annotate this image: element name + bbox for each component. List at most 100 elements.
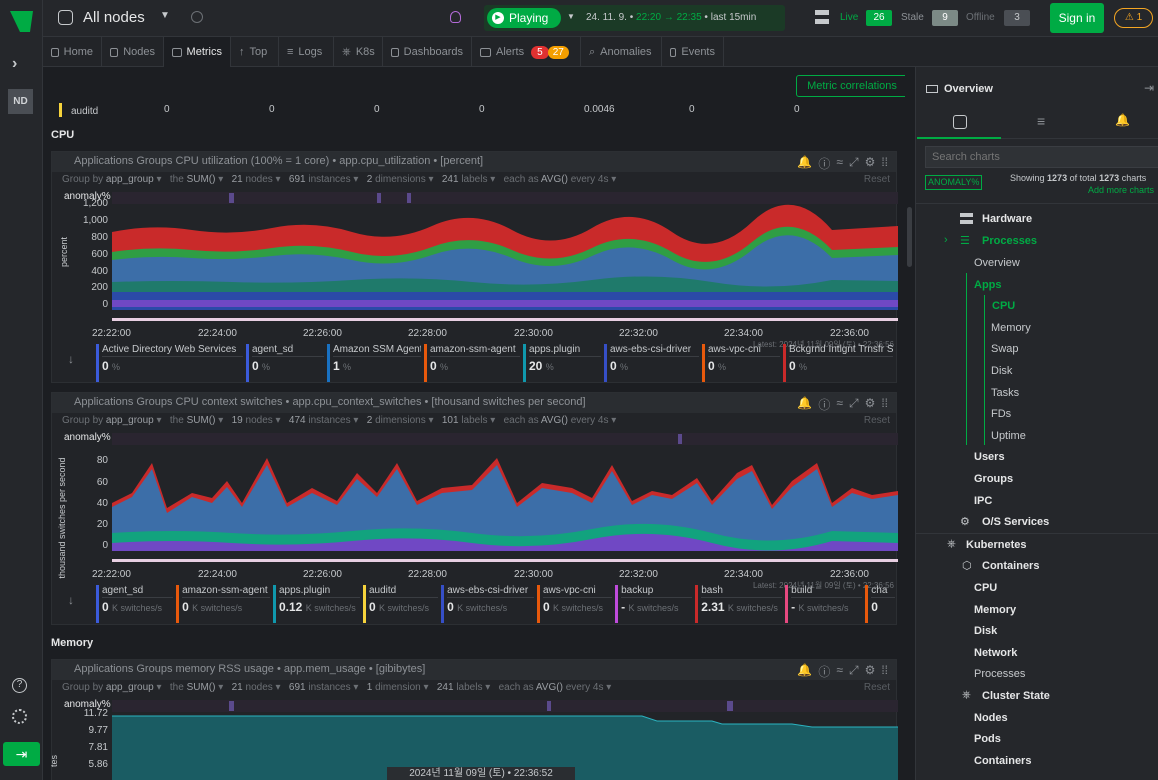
sidebar-item-cluster-state[interactable]: Cluster State [982,690,1050,702]
tab-events[interactable]: Events [662,37,724,67]
tab-dashboards[interactable]: Dashboards [383,37,472,67]
sidebar-tab-filters[interactable]: ≡ [1001,107,1085,139]
chart-controls[interactable]: Group by app_group ▾ the SUM() ▾ 21 node… [52,682,896,696]
info-icon[interactable]: ⓘ [818,396,830,413]
legend-item[interactable]: bash 2.31 K switches/s [695,585,783,623]
sidebar-item-uptime[interactable]: Uptime [991,430,1026,442]
legend-item[interactable]: apps.plugin 0.12 K switches/s [272,585,360,623]
sidebar-item-cpu[interactable]: CPU [992,300,1015,312]
dimensions-count[interactable]: 1 [367,682,373,693]
sidebar-item-swap[interactable]: Swap [991,343,1019,355]
fullscreen-icon[interactable]: ⤢ [849,396,859,413]
chevron-down-icon[interactable]: ▼ [160,10,170,21]
alert-bell-icon[interactable]: 🔔 [797,396,812,413]
netdata-logo-icon[interactable] [8,8,35,35]
legend-item[interactable]: Active Directory Web Services 0 % [96,344,243,382]
sidebar-item-k8s-processes[interactable]: Processes [974,668,1025,680]
sidebar-item-memory[interactable]: Memory [991,322,1031,334]
sidebar-tab-alerts[interactable]: 🔔 [1085,107,1158,139]
tab-metrics[interactable]: Metrics [164,37,231,67]
nodes-count[interactable]: 19 [232,415,243,426]
legend-item[interactable]: apps.plugin 20 % [523,344,601,382]
context-switches-plot[interactable] [112,433,898,565]
sign-in-icon[interactable]: ⇥ [3,742,40,766]
tab-logs[interactable]: ≡ Logs [279,37,334,67]
sidebar-item-tasks[interactable]: Tasks [991,387,1019,399]
legend-sort-icon[interactable]: ↓ [68,352,74,366]
sidebar-item-kubernetes[interactable]: Kubernetes [966,539,1027,551]
user-avatar[interactable]: ND [8,89,33,114]
sidebar-item-k8s-memory[interactable]: Memory [974,604,1016,616]
live-count-badge[interactable]: 26 [866,10,892,26]
sliders-icon[interactable]: ⚙ [865,396,876,413]
sidebar-item-k8s-cpu[interactable]: CPU [974,582,997,594]
alert-bell-icon[interactable]: 🔔 [797,663,812,680]
sidebar-tab-charts[interactable] [917,107,1001,139]
info-icon[interactable]: ⓘ [818,155,830,172]
group-by-value[interactable]: app_group [106,415,154,426]
offline-count-badge[interactable]: 3 [1004,10,1030,26]
drag-handle-icon[interactable]: ⁞⁞ [881,396,888,413]
sidebar-item-overview[interactable]: Overview [974,257,1020,269]
cpu-utilization-plot[interactable] [112,192,898,324]
sliders-icon[interactable]: ⚙ [865,663,876,680]
sidebar-item-os-services[interactable]: O/S Services [982,516,1049,528]
sidebar-item-groups[interactable]: Groups [974,473,1013,485]
trend-icon[interactable]: ≈ [836,155,843,172]
tab-anomalies[interactable]: ⌕ Anomalies [581,37,662,67]
play-options-chevron-icon[interactable]: ▼ [567,12,575,21]
sidebar-item-users[interactable]: Users [974,451,1005,463]
sidebar-item-fds[interactable]: FDs [991,408,1011,420]
sidebar-item-k8s-disk[interactable]: Disk [974,625,997,637]
tab-top[interactable]: ↑ Top [231,37,279,67]
time-aggregation-select[interactable]: AVG() [541,174,568,185]
group-by-value[interactable]: app_group [106,174,154,185]
legend-item[interactable]: aws-vpc-cni 0 % [702,344,780,382]
help-icon[interactable]: ? [12,678,27,693]
sidebar-item-ipc[interactable]: IPC [974,495,992,507]
aggregation-select[interactable]: SUM() [187,174,216,185]
expand-sidebar-icon[interactable]: › [12,55,28,72]
legend-item[interactable]: build - K switches/s [785,585,863,623]
tab-alerts[interactable]: Alerts 5 27 [472,37,581,67]
fullscreen-icon[interactable]: ⤢ [849,155,859,172]
legend-item[interactable]: amazon-ssm-agent 0 K switches/s [176,585,270,623]
alert-badge[interactable]: ⚠ 1 [1114,8,1153,28]
instances-count[interactable]: 691 [289,174,306,185]
tab-k8s[interactable]: ⎈ K8s [334,37,383,67]
time-aggregation-select[interactable]: AVG() [536,682,563,693]
space-title[interactable]: All nodes [83,9,145,26]
space-settings-icon[interactable] [191,11,203,23]
legend-item[interactable]: cha 0 [865,585,895,623]
sliders-icon[interactable]: ⚙ [865,155,876,172]
fullscreen-icon[interactable]: ⤢ [849,663,859,680]
add-more-charts-link[interactable]: Add more charts [1088,185,1154,195]
sidebar-item-cluster-nodes[interactable]: Nodes [974,712,1008,724]
lightbulb-icon[interactable] [450,11,461,23]
sidebar-item-k8s-network[interactable]: Network [974,647,1017,659]
dimensions-count[interactable]: 2 [367,174,373,185]
alert-bell-icon[interactable]: 🔔 [797,155,812,172]
nodes-count[interactable]: 21 [232,682,243,693]
legend-item[interactable]: aws-ebs-csi-driver 0 K switches/s [441,585,534,623]
labels-count[interactable]: 241 [442,174,459,185]
search-charts-input[interactable] [925,146,1158,168]
tab-home[interactable]: Home [43,37,102,67]
legend-item[interactable]: agent_sd 0 % [246,344,324,382]
metric-correlations-button[interactable]: Metric correlations [796,75,905,97]
legend-item[interactable]: aws-ebs-csi-driver 0 % [604,344,699,382]
main-scrollbar[interactable] [905,67,915,780]
playing-button[interactable]: ▶ Playing [487,8,561,28]
dimensions-count[interactable]: 2 [367,415,373,426]
sidebar-item-cluster-containers[interactable]: Containers [974,755,1031,767]
aggregation-select[interactable]: SUM() [187,682,216,693]
expand-chevron-icon[interactable]: › [944,234,948,246]
legend-item[interactable]: agent_sd 0 K switches/s [96,585,174,623]
trend-icon[interactable]: ≈ [836,396,843,413]
info-icon[interactable]: ⓘ [818,663,830,680]
legend-item[interactable]: auditd 0 K switches/s [362,585,439,623]
nodes-count[interactable]: 21 [232,174,243,185]
legend-item[interactable]: Amazon SSM Agent 1 % [327,344,421,382]
instances-count[interactable]: 691 [289,682,306,693]
legend-item[interactable]: backup - K switches/s [615,585,693,623]
